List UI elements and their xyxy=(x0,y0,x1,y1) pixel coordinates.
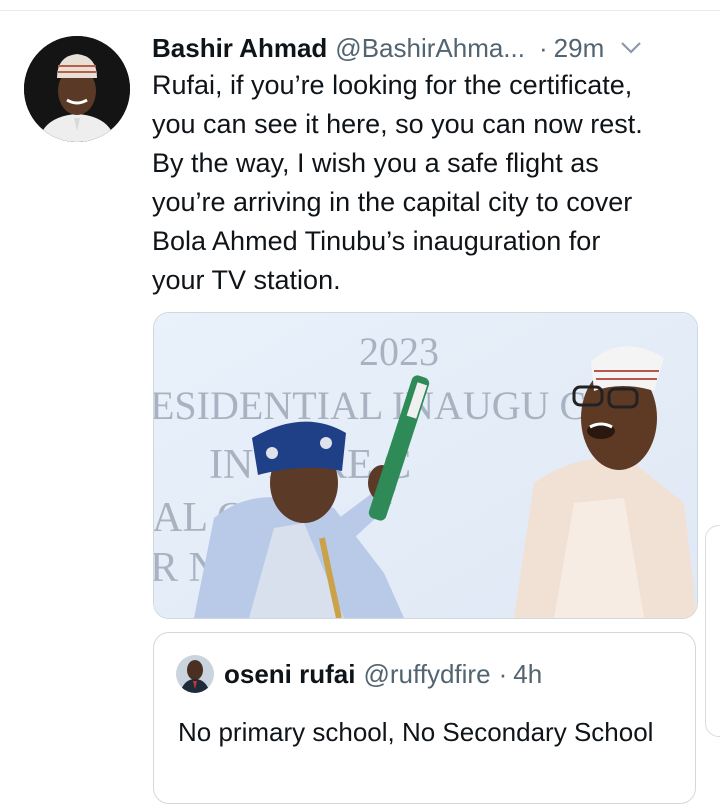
quoted-separator-dot: · xyxy=(498,658,508,689)
author-name[interactable]: Bashir Ahmad xyxy=(152,33,327,64)
tweet-media-image[interactable]: 2023 ESIDENTIAL INAUGU C IN TURE C AL OU… xyxy=(153,312,698,619)
tweet-timestamp[interactable]: 29m xyxy=(554,33,605,64)
separator-dot: · xyxy=(538,32,548,63)
svg-text:ESIDENTIAL INAUGU C: ESIDENTIAL INAUGU C xyxy=(154,383,586,428)
quoted-author-handle[interactable]: @ruffydfire xyxy=(363,659,490,690)
chevron-down-icon[interactable] xyxy=(620,41,642,55)
svg-text:2023: 2023 xyxy=(359,329,439,374)
author-avatar[interactable] xyxy=(24,36,130,142)
quoted-author-avatar[interactable] xyxy=(176,655,214,693)
quoted-tweet-text: No primary school, No Secondary School xyxy=(178,717,654,747)
tweet-header: Bashir Ahmad @BashirAhma... · 29m xyxy=(152,28,697,68)
quoted-author-name[interactable]: oseni rufai xyxy=(224,659,355,690)
top-divider xyxy=(0,0,720,11)
scrollbar-handle[interactable] xyxy=(705,525,720,737)
quoted-tweet-header: oseni rufai @ruffydfire · 4h xyxy=(176,653,542,695)
author-handle[interactable]: @BashirAhma... xyxy=(335,33,525,64)
quoted-tweet[interactable]: oseni rufai @ruffydfire · 4h No primary … xyxy=(153,632,696,804)
quoted-tweet-timestamp[interactable]: 4h xyxy=(513,659,542,690)
tweet-text: Rufai, if you’re looking for the certifi… xyxy=(152,70,643,295)
